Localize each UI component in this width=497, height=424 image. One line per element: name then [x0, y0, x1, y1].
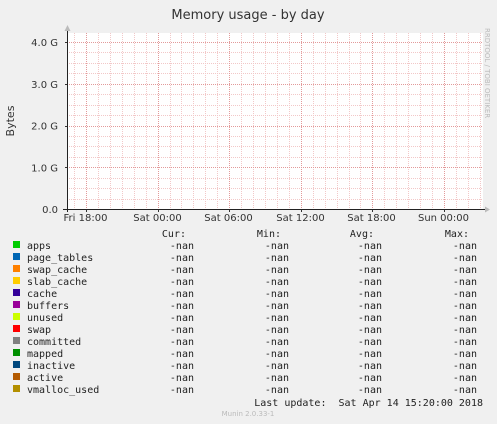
legend-series-name: cache	[27, 289, 57, 300]
legend-value-min: -nan	[265, 277, 289, 288]
x-tick-label: Sat 06:00	[204, 213, 252, 224]
legend-swatch	[13, 385, 20, 392]
legend-value-max: -nan	[453, 337, 477, 348]
legend-value-min: -nan	[265, 349, 289, 360]
legend-column-header: Min:	[257, 229, 281, 240]
legend-value-max: -nan	[453, 349, 477, 360]
legend-series-name: apps	[27, 241, 51, 252]
legend-swatch	[13, 265, 20, 272]
legend-value-avg: -nan	[358, 289, 382, 300]
munin-version: Munin 2.0.33-1	[222, 410, 275, 418]
legend-value-cur: -nan	[170, 361, 194, 372]
legend-value-max: -nan	[453, 253, 477, 264]
legend-value-cur: -nan	[170, 241, 194, 252]
legend-value-avg: -nan	[358, 385, 382, 396]
legend-value-avg: -nan	[358, 265, 382, 276]
legend-value-max: -nan	[453, 385, 477, 396]
legend-value-min: -nan	[265, 361, 289, 372]
y-tick-label: 2.0 G	[31, 122, 58, 133]
x-tick-label: Sun 00:00	[418, 213, 469, 224]
legend-value-min: -nan	[265, 301, 289, 312]
last-update: Last update: Sat Apr 14 15:20:00 2018	[254, 398, 483, 409]
legend-value-min: -nan	[265, 313, 289, 324]
x-tick-label: Sat 12:00	[276, 213, 324, 224]
legend-value-cur: -nan	[170, 265, 194, 276]
legend-column-header: Avg:	[350, 229, 374, 240]
legend-value-max: -nan	[453, 265, 477, 276]
legend-value-cur: -nan	[170, 325, 194, 336]
legend-value-avg: -nan	[358, 253, 382, 264]
legend-value-cur: -nan	[170, 277, 194, 288]
legend-value-cur: -nan	[170, 385, 194, 396]
legend-value-max: -nan	[453, 325, 477, 336]
legend-value-min: -nan	[265, 373, 289, 384]
legend-series-name: inactive	[27, 361, 75, 372]
legend-swatch	[13, 373, 20, 380]
legend-swatch	[13, 277, 20, 284]
legend-swatch	[13, 241, 20, 248]
legend-value-max: -nan	[453, 289, 477, 300]
legend-series-name: swap	[27, 325, 51, 336]
legend-swatch	[13, 361, 20, 368]
legend-series-name: unused	[27, 313, 63, 324]
legend-series-name: buffers	[27, 301, 69, 312]
x-tick-label: Sat 00:00	[133, 213, 181, 224]
legend-value-max: -nan	[453, 241, 477, 252]
legend-value-cur: -nan	[170, 253, 194, 264]
legend-column-header: Cur:	[162, 229, 186, 240]
legend-value-max: -nan	[453, 313, 477, 324]
legend-value-max: -nan	[453, 301, 477, 312]
legend-value-min: -nan	[265, 241, 289, 252]
y-tick-label: 4.0 G	[31, 38, 58, 49]
legend-value-avg: -nan	[358, 373, 382, 384]
legend-value-avg: -nan	[358, 277, 382, 288]
legend-value-min: -nan	[265, 337, 289, 348]
legend-series-name: vmalloc_used	[27, 385, 99, 396]
legend-value-max: -nan	[453, 373, 477, 384]
legend-value-max: -nan	[453, 361, 477, 372]
legend-value-avg: -nan	[358, 241, 382, 252]
legend-value-cur: -nan	[170, 301, 194, 312]
legend-value-min: -nan	[265, 325, 289, 336]
legend-value-cur: -nan	[170, 313, 194, 324]
legend-swatch	[13, 253, 20, 260]
chart-title: Memory usage - by day	[171, 8, 324, 23]
legend-swatch	[13, 337, 20, 344]
legend-swatch	[13, 301, 20, 308]
memory-usage-chart: Memory usage - by day RRDTOOL / TOBI OET…	[0, 0, 497, 424]
legend-value-cur: -nan	[170, 373, 194, 384]
legend-series-name: active	[27, 373, 63, 384]
legend-value-min: -nan	[265, 289, 289, 300]
legend-series-name: swap_cache	[27, 265, 87, 276]
legend-series-name: page_tables	[27, 253, 93, 264]
legend-value-cur: -nan	[170, 289, 194, 300]
legend-series-name: slab_cache	[27, 277, 87, 288]
legend-value-min: -nan	[265, 253, 289, 264]
rrdtool-credit: RRDTOOL / TOBI OETIKER	[483, 28, 491, 118]
legend-swatch	[13, 313, 20, 320]
legend-value-avg: -nan	[358, 349, 382, 360]
legend-value-max: -nan	[453, 277, 477, 288]
x-tick-label: Sat 18:00	[347, 213, 395, 224]
legend-value-min: -nan	[265, 385, 289, 396]
legend-column-header: Max:	[445, 229, 469, 240]
y-tick-label: 0.0	[42, 205, 58, 216]
legend-swatch	[13, 349, 20, 356]
legend-swatch	[13, 325, 20, 332]
legend-series-name: committed	[27, 337, 81, 348]
legend-swatch	[13, 289, 20, 296]
legend-series-name: mapped	[27, 349, 63, 360]
legend-value-cur: -nan	[170, 337, 194, 348]
y-axis-label: Bytes	[4, 105, 17, 136]
legend-value-avg: -nan	[358, 325, 382, 336]
legend-value-avg: -nan	[358, 337, 382, 348]
legend-value-avg: -nan	[358, 313, 382, 324]
y-tick-label: 1.0 G	[31, 163, 58, 174]
x-tick-label: Fri 18:00	[64, 213, 108, 224]
legend-value-avg: -nan	[358, 361, 382, 372]
legend-value-min: -nan	[265, 265, 289, 276]
legend-value-avg: -nan	[358, 301, 382, 312]
y-tick-label: 3.0 G	[31, 80, 58, 91]
legend-value-cur: -nan	[170, 349, 194, 360]
